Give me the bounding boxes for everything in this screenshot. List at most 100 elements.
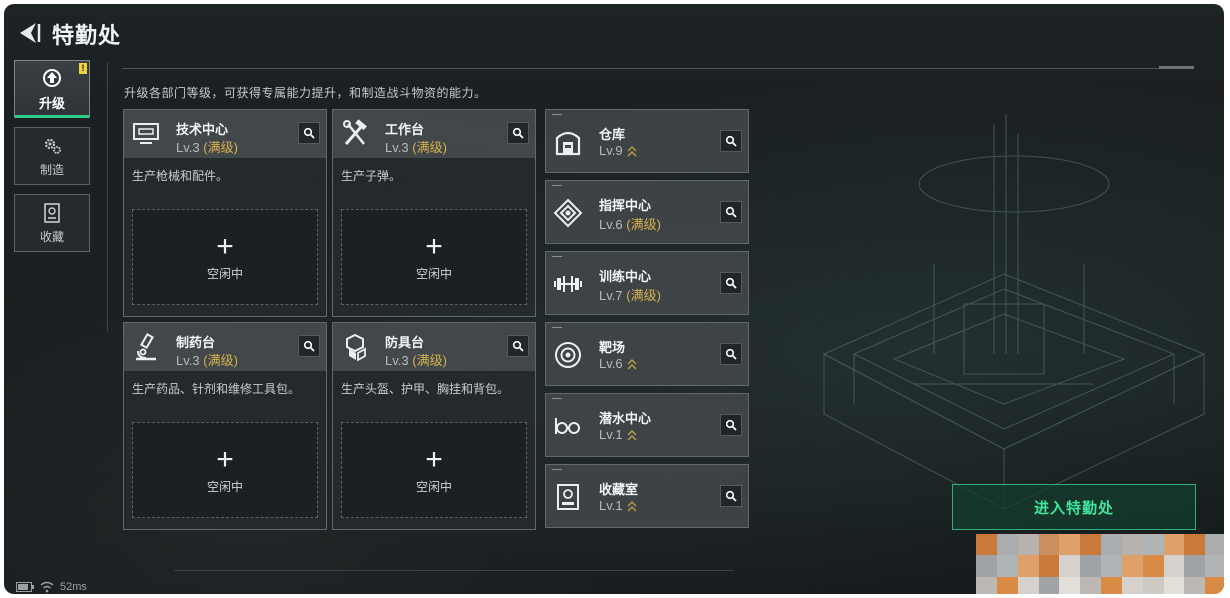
mosaic-tile [1163,534,1185,556]
tab-collection-label: 收藏 [39,229,64,244]
mosaic-tile [976,534,997,556]
production-slot[interactable]: + 空闲中 [341,209,527,305]
card-level: Lv.3 (满级) [176,140,238,155]
plus-icon: + [425,229,443,263]
inspect-button[interactable] [720,272,742,294]
card-level: Lv.1 [599,427,637,443]
inspect-button[interactable] [298,122,320,144]
mosaic-tile [1205,534,1224,556]
card-name: 训练中心 [599,269,652,284]
collection-room-icon [557,484,579,510]
microscope-icon [136,332,156,361]
search-icon [725,419,737,431]
card-name: 潜水中心 [599,411,652,426]
wifi-icon [40,581,54,593]
search-icon [512,340,524,352]
card-description: 生产头盔、护甲、胸挂和背包。 [341,382,510,396]
search-icon [725,348,737,360]
tab-upgrade-label: 升级 [38,95,65,111]
facility-card-command-center[interactable]: 指挥中心 Lv.6 (满级) [545,180,749,244]
facility-card-diving-center[interactable]: 潜水中心 Lv.1 [545,393,749,457]
mosaic-tile [996,534,1018,556]
mosaic-tile [1142,576,1164,594]
search-icon [725,135,737,147]
inspect-button[interactable] [720,343,742,365]
battery-icon [16,582,34,592]
card-level: Lv.7 (满级) [599,288,661,303]
status-bar: 52ms [16,581,87,593]
mosaic-tile [976,555,997,577]
warehouse-icon [555,131,581,156]
facility-card-warehouse[interactable]: 仓库 Lv.9 [545,109,749,173]
gears-icon [44,138,61,154]
card-name: 指挥中心 [599,198,652,213]
mosaic-tile [1205,555,1224,577]
facility-card-collection-room[interactable]: 收藏室 Lv.1 [545,464,749,528]
mosaic-tile [1059,534,1081,556]
card-level: Lv.6 [599,356,637,372]
card-level: Lv.3 (满级) [385,353,447,368]
armor-icon [346,333,366,362]
ping-value: 52ms [60,581,87,593]
production-slot[interactable]: + 空闲中 [132,209,318,305]
slot-status: 空闲中 [415,266,452,281]
mosaic-tile [1038,576,1060,594]
production-slot[interactable]: + 空闲中 [132,422,318,518]
inspect-button[interactable] [507,335,529,357]
inspect-button[interactable] [298,335,320,357]
workshop-card-tech-center: 技术中心 Lv.3 (满级) 生产枪械和配件。 + 空闲中 [123,109,327,317]
mosaic-tile [1121,534,1143,556]
mosaic-tile [1017,576,1039,594]
card-description: 生产枪械和配件。 [132,169,229,183]
production-slot[interactable]: + 空闲中 [341,422,527,518]
divider [174,570,734,571]
base-hologram-art [822,114,1206,510]
plus-icon: + [425,442,443,476]
enter-facility-button[interactable]: 进入特勤处 [952,484,1196,530]
pixelated-overlay [976,534,1224,594]
inspect-button[interactable] [720,485,742,507]
search-icon [725,206,737,218]
tab-collection[interactable]: 收藏 [14,194,90,252]
upgrade-arrow-icon [627,429,637,441]
card-description: 生产药品、针剂和维修工具包。 [132,382,301,396]
mosaic-tile [1059,555,1081,577]
divider [1159,66,1194,69]
mosaic-tile [1017,555,1039,577]
inspect-button[interactable] [720,130,742,152]
card-level: Lv.1 [599,498,637,514]
workshop-card-armor-bench: 防具台 Lv.3 (满级) 生产头盔、护甲、胸挂和背包。 + 空闲中 [332,322,536,530]
back-arrow-icon[interactable] [16,20,42,46]
mosaic-tile [1121,555,1143,577]
tab-craft[interactable]: 制造 [14,127,90,185]
inspect-button[interactable] [720,201,742,223]
upgrade-icon [43,68,61,87]
mosaic-tile [1038,555,1060,577]
mosaic-tile [1059,576,1081,594]
slot-status: 空闲中 [206,266,243,281]
mosaic-tile [1184,576,1206,594]
mosaic-tile [1163,555,1185,577]
inspect-button[interactable] [720,414,742,436]
mosaic-tile [1205,576,1224,594]
card-name: 制药台 [176,335,216,350]
mosaic-tile [996,576,1018,594]
mosaic-tile [1038,534,1060,556]
search-icon [303,340,315,352]
card-level: Lv.3 (满级) [176,353,238,368]
facility-card-training-center[interactable]: 训练中心 Lv.7 (满级) [545,251,749,315]
upgrade-arrow-icon [627,358,637,370]
mosaic-tile [996,555,1018,577]
mosaic-tile [1101,576,1122,594]
game-screen: 特勤处 ! 升级 制造 收藏 升级各部门等级，可获得专属能力提升，和制造战斗物资… [4,4,1224,594]
tools-icon [343,119,367,145]
mosaic-tile [1184,534,1206,556]
inspect-button[interactable] [507,122,529,144]
tab-upgrade[interactable]: ! 升级 [14,60,90,118]
mosaic-tile [1142,534,1164,556]
facility-card-shooting-range[interactable]: 靶场 Lv.6 [545,322,749,386]
computer-icon [133,123,159,144]
page-description: 升级各部门等级，可获得专属能力提升，和制造战斗物资的能力。 [124,86,487,100]
search-icon [303,127,315,139]
mosaic-tile [1142,555,1164,577]
